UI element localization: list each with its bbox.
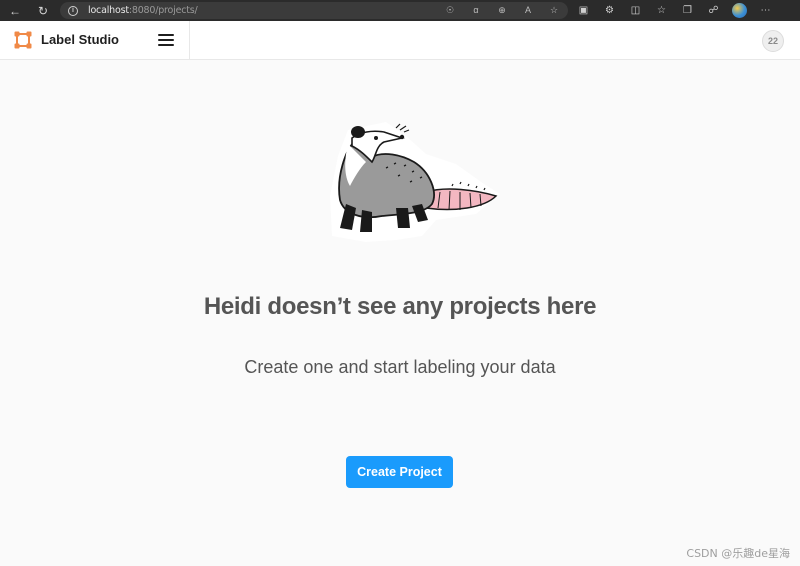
reload-icon[interactable]: ↻ [36,4,50,18]
extensions-icon[interactable]: ⚙ [602,3,617,18]
opossum-illustration [330,122,500,242]
empty-state-subtitle: Create one and start labeling your data [244,357,556,377]
empty-state-title: Heidi doesn’t see any projects here [203,293,597,320]
collections-icon[interactable]: ❐ [680,3,695,18]
copilot-icon[interactable]: ☍ [706,3,721,18]
favorite-icon[interactable]: ☆ [548,4,560,16]
read-aloud-icon[interactable]: A [522,4,534,16]
app-header: Label Studio 22 [0,21,800,60]
label-studio-logo-icon[interactable] [14,31,32,49]
profile-avatar[interactable] [732,3,747,18]
user-avatar[interactable]: 22 [762,30,784,52]
translate-icon[interactable]: ☉ [444,4,456,16]
url-host: localhost [88,5,129,16]
url-text[interactable]: localhost:8080/projects/ [88,5,198,16]
menu-icon[interactable] [158,34,174,46]
url-path: :8080/projects/ [128,5,198,16]
back-icon[interactable]: ← [8,4,22,18]
address-bar[interactable]: i localhost:8080/projects/ ☉ α ⊕ A ☆ [60,2,568,19]
brand-name[interactable]: Label Studio [41,32,119,47]
more-icon[interactable]: ⋯ [758,3,773,18]
browser-toolbar: ← ↻ i localhost:8080/projects/ ☉ α ⊕ A ☆… [0,0,800,21]
split-screen-icon[interactable]: ◫ [628,3,643,18]
favorites-icon[interactable]: ☆ [654,3,669,18]
logo-area: Label Studio [0,21,190,59]
zoom-icon[interactable]: ⊕ [496,4,508,16]
read-mode-icon[interactable]: α [470,4,482,16]
reading-list-icon[interactable]: ▣ [576,3,591,18]
watermark: CSDN @乐趣de星海 [686,547,790,560]
info-icon[interactable]: i [68,5,78,16]
create-project-button[interactable]: Create Project [346,456,453,488]
